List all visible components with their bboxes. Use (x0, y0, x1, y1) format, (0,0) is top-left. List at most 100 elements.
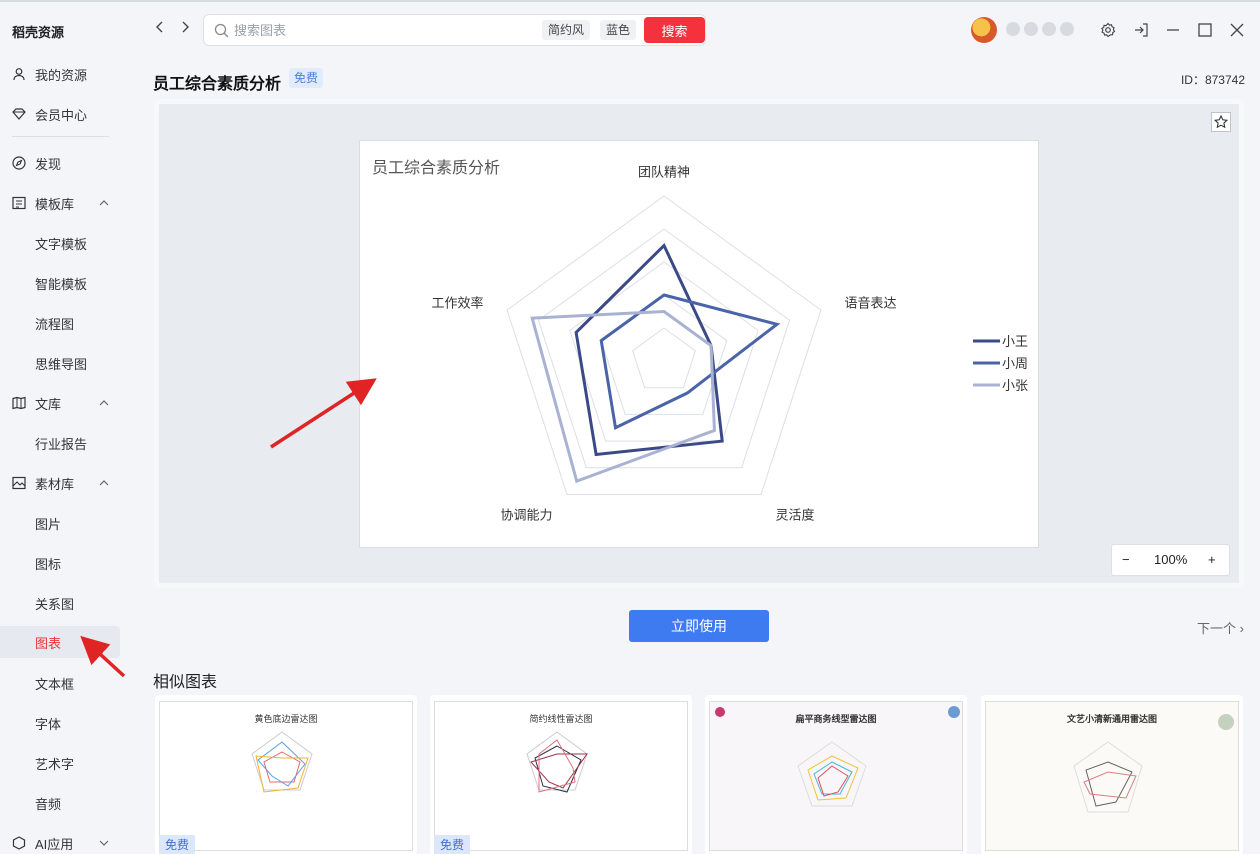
member-badge-icon (1060, 22, 1074, 36)
sidebar-item-textbox[interactable]: 文本框 (0, 667, 120, 699)
thumb-title: 扁平商务线型雷达图 (795, 714, 877, 724)
chevron-up-icon (99, 400, 109, 406)
use-now-button[interactable]: 立即使用 (629, 610, 769, 642)
zoom-in-button[interactable]: + (1208, 545, 1216, 575)
radar-series-group (530, 242, 781, 484)
sidebar-item-relation-chart[interactable]: 关系图 (0, 587, 120, 619)
sidebar-item-label: 图标 (35, 556, 62, 572)
search-button[interactable]: 搜索 (644, 17, 705, 43)
sidebar-item-material-library[interactable]: 素材库 (0, 467, 120, 499)
radar-axis-label: 工作效率 (432, 295, 484, 310)
similar-card[interactable]: 简约线性雷达图 免费 (430, 695, 692, 854)
sidebar-item-fonts[interactable]: 字体 (0, 707, 120, 739)
search-tag-chip[interactable]: 蓝色 (600, 20, 637, 40)
template-icon (11, 195, 27, 211)
user-icon (11, 66, 27, 82)
sidebar-item-label: AI应用 (35, 836, 74, 852)
sidebar-item-label: 会员中心 (35, 107, 88, 123)
sidebar-item-icons[interactable]: 图标 (0, 547, 120, 579)
search-tag-chip[interactable]: 简约风 (542, 20, 591, 40)
sidebar-item-smart-templates[interactable]: 智能模板 (0, 267, 120, 299)
chevron-up-icon (99, 200, 109, 206)
sidebar-item-my-resources[interactable]: 我的资源 (0, 58, 120, 90)
sidebar-item-label: 思维导图 (35, 356, 88, 372)
chevron-up-icon (99, 480, 109, 486)
similar-card[interactable]: 扁平商务线型雷达图 (705, 695, 967, 854)
sidebar-item-label: 文本框 (35, 676, 75, 692)
sidebar-item-label: 艺术字 (35, 756, 75, 772)
resource-id: ID：873742 (1180, 73, 1245, 87)
sidebar-item-label: 智能模板 (35, 276, 88, 292)
page-title: 员工综合素质分析 (153, 76, 282, 93)
radar-series-line (530, 309, 716, 484)
sidebar-item-label: 行业报告 (35, 436, 88, 452)
chart-card[interactable]: 员工综合素质分析 团队精神 语音表达 灵活度 协调能力 工作效率 小王 小周 小张 (359, 140, 1039, 548)
radar-axis-label: 语音表达 (844, 295, 896, 310)
sidebar-item-charts[interactable]: 图表 (0, 626, 120, 658)
star-icon (1214, 115, 1228, 129)
thumb-title: 黄色底边雷达图 (254, 714, 318, 724)
chart-title: 员工综合素质分析 (372, 159, 500, 177)
similar-card[interactable]: 黄色底边雷达图 免费 (155, 695, 417, 854)
sidebar-item-membership[interactable]: 会员中心 (0, 98, 120, 130)
sidebar: 稻壳资源 我的资源 会员中心 发现 模板库 文字模板 智能模板 流程图 思维导图… (0, 2, 138, 854)
legend-label: 小张 (1002, 378, 1028, 393)
sidebar-item-label: 我的资源 (35, 67, 88, 83)
sidebar-item-library[interactable]: 文库 (0, 387, 120, 419)
close-icon[interactable] (1229, 22, 1245, 38)
member-badge-icon (1006, 22, 1020, 36)
sidebar-item-label: 图片 (35, 516, 62, 532)
chevron-down-icon (99, 840, 109, 846)
sidebar-item-mindmap[interactable]: 思维导图 (0, 347, 120, 379)
image-icon (11, 475, 27, 491)
radar-axis-label: 团队精神 (638, 164, 690, 179)
favorite-button[interactable] (1211, 112, 1231, 132)
similar-card[interactable]: 文艺小清新通用雷达图 (981, 695, 1243, 854)
forward-arrow-icon[interactable] (178, 20, 192, 34)
sidebar-item-label: 文字模板 (35, 236, 88, 252)
radar-axis-label: 灵活度 (776, 508, 815, 523)
window-top-border (0, 0, 1260, 2)
book-icon (11, 395, 27, 411)
chevron-right-icon: › (1239, 621, 1244, 636)
avatar[interactable] (971, 17, 997, 43)
sidebar-item-label: 文库 (35, 396, 62, 412)
sidebar-item-word-art[interactable]: 艺术字 (0, 747, 120, 779)
next-link[interactable]: 下一个 › (1197, 618, 1244, 637)
sidebar-item-text-templates[interactable]: 文字模板 (0, 227, 120, 259)
sidebar-item-audio[interactable]: 音频 (0, 787, 120, 819)
sidebar-item-label: 音频 (35, 796, 62, 812)
sidebar-item-ai-apps[interactable]: AI应用 (0, 827, 120, 854)
search-icon (214, 23, 229, 38)
sidebar-item-flowchart[interactable]: 流程图 (0, 307, 120, 339)
radar-series-line (599, 293, 781, 430)
legend-label: 小周 (1002, 356, 1028, 371)
sidebar-item-label: 图表 (35, 635, 62, 651)
free-badge: 免费 (159, 835, 196, 854)
diamond-icon (11, 106, 27, 122)
next-link-label: 下一个 (1197, 621, 1237, 636)
gear-icon[interactable] (1100, 22, 1116, 38)
sidebar-item-label: 素材库 (35, 476, 75, 492)
radar-grid-ring (632, 327, 696, 389)
sidebar-item-label: 字体 (35, 716, 62, 732)
sidebar-item-template-library[interactable]: 模板库 (0, 187, 120, 219)
zoom-out-button[interactable]: − (1122, 545, 1130, 575)
sidebar-item-label: 发现 (35, 156, 62, 172)
chart-legend: 小王小周小张 (973, 334, 1028, 393)
brand-title: 稻壳资源 (12, 25, 65, 40)
sidebar-item-label: 流程图 (35, 316, 75, 332)
sidebar-item-pictures[interactable]: 图片 (0, 507, 120, 539)
minimize-icon[interactable] (1165, 22, 1181, 38)
sidebar-divider (12, 136, 109, 137)
maximize-icon[interactable] (1197, 22, 1213, 38)
free-badge: 免费 (434, 835, 471, 854)
sidebar-item-industry-report[interactable]: 行业报告 (0, 427, 120, 459)
back-arrow-icon[interactable] (153, 20, 167, 34)
zoom-control: − 100% + (1111, 544, 1230, 576)
sidebar-item-discover[interactable]: 发现 (0, 147, 120, 179)
thumb-preview: 文艺小清新通用雷达图 (985, 701, 1239, 851)
search-input[interactable] (234, 20, 534, 40)
login-icon[interactable] (1133, 22, 1149, 38)
radar-chart: 员工综合素质分析 团队精神语音表达灵活度 协调能力 工作效率 小王小周小张 (372, 159, 1028, 523)
